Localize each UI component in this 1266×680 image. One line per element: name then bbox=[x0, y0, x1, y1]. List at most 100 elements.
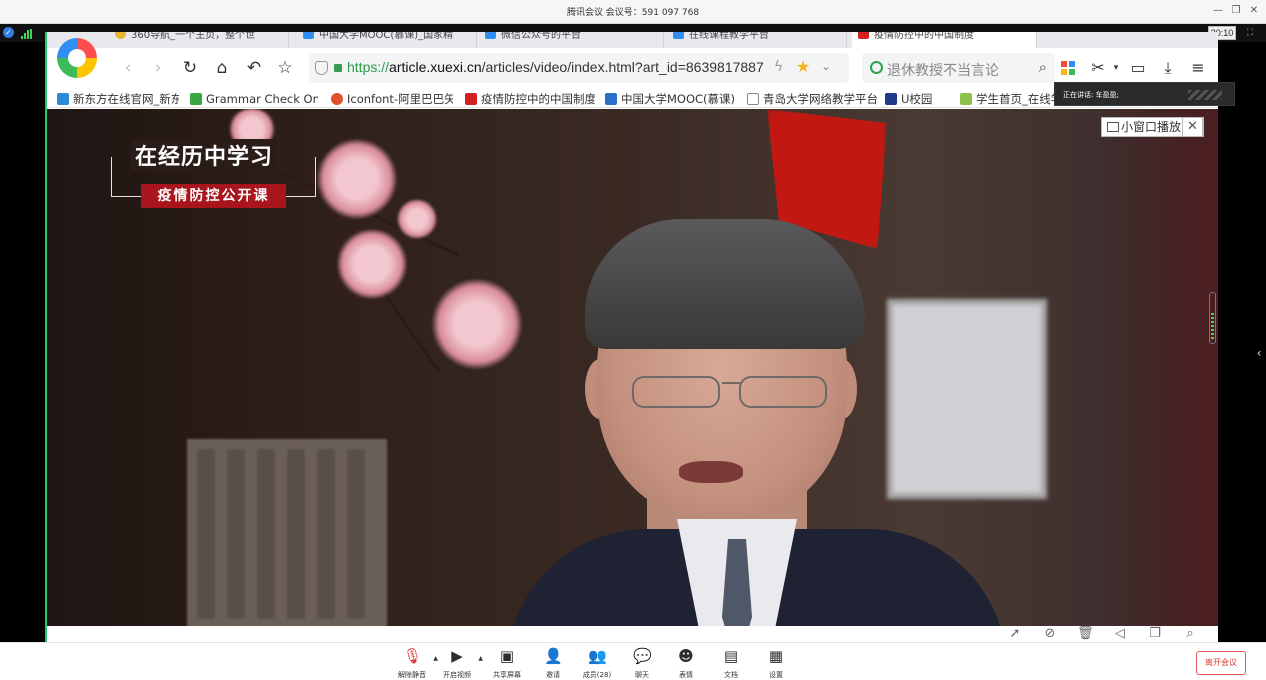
emoji-button[interactable]: ☻ 表情 bbox=[664, 647, 708, 679]
shared-screen[interactable]: 360导航_一个主页，整个世 中国大学MOOC(慕课)_国家精 微信公众号的平台… bbox=[47, 32, 1218, 642]
search-icon[interactable]: ⌕ bbox=[1039, 58, 1047, 76]
address-bar[interactable]: https://article.xuexi.cn/articles/video/… bbox=[309, 53, 849, 83]
video-player[interactable]: 在经历中学习 疫情防控公开课 bbox=[47, 109, 1218, 626]
speaking-text: 正在讲话: 车盈盈; bbox=[1063, 91, 1119, 99]
tab-favicon-icon bbox=[303, 32, 314, 39]
bookmark-item[interactable]: 学生首页_在线学堂 bbox=[960, 91, 1060, 107]
bookmark-item[interactable]: 疫情防控中的中国制度 bbox=[465, 91, 595, 107]
tab-favicon-icon bbox=[485, 32, 496, 39]
browser-tab-strip: 360导航_一个主页，整个世 中国大学MOOC(慕课)_国家精 微信公众号的平台… bbox=[47, 32, 1218, 48]
document-icon: ▤ bbox=[723, 647, 739, 665]
browser-logo-icon[interactable] bbox=[57, 38, 97, 78]
mic-muted-icon: 🎙 bbox=[403, 647, 423, 665]
video-off-icon: ▶ bbox=[451, 647, 463, 665]
bookmark-icon bbox=[605, 93, 617, 105]
search-engine-icon bbox=[870, 61, 883, 74]
meeting-window: 腾讯会议 会议号：591 097 768 — ❐ ✕ ✓ 30:10 ⛶ 360… bbox=[0, 0, 1266, 680]
toolbar-label: 开启视频 bbox=[443, 671, 471, 679]
start-video-button[interactable]: ▶ ▲ 开启视频 bbox=[435, 647, 483, 679]
restore-icon[interactable]: ❐ bbox=[1228, 3, 1244, 19]
meeting-toolbar: 🎙 ▲ 解除静音 ▶ ▲ 开启视频 ▣ 共享屏幕 👤 邀请 👥 成员(28) 💬… bbox=[0, 642, 1266, 680]
undo-icon[interactable]: ↶ bbox=[243, 57, 265, 79]
browser-tab[interactable]: 中国大学MOOC(慕课)_国家精 bbox=[297, 32, 477, 48]
zoom-search-icon[interactable]: ⌕ bbox=[1182, 626, 1198, 642]
speaker-glasses-bridge bbox=[722, 382, 742, 384]
security-shield-icon[interactable]: ✓ bbox=[3, 27, 14, 38]
bookmark-item[interactable]: 中国大学MOOC(慕课) bbox=[605, 91, 735, 107]
reload-icon[interactable]: ↻ bbox=[179, 57, 201, 79]
video-blossom bbox=[337, 229, 407, 299]
video-blossom bbox=[317, 139, 397, 219]
chat-icon: 💬 bbox=[633, 647, 652, 665]
unmute-button[interactable]: 🎙 ▲ 解除静音 bbox=[390, 647, 438, 679]
rocket-icon[interactable]: ➚ bbox=[1007, 626, 1023, 642]
close-icon[interactable]: ✕ bbox=[1246, 3, 1262, 19]
no-annotation-icon[interactable]: ⊘ bbox=[1042, 626, 1058, 642]
speaker-glasses bbox=[739, 376, 827, 408]
bookmark-item[interactable]: Grammar Check Onl bbox=[190, 91, 318, 107]
bookmark-item[interactable]: 青岛大学网络教学平台 bbox=[747, 91, 877, 107]
menu-icon[interactable]: ≡ bbox=[1187, 57, 1209, 79]
browser-tab[interactable]: 在线课程教学平台 bbox=[667, 32, 847, 48]
search-box[interactable]: 退休教授不当言论 ⌕ bbox=[862, 53, 1055, 83]
search-input[interactable]: 退休教授不当言论 bbox=[887, 60, 999, 80]
chat-button[interactable]: 💬 聊天 bbox=[620, 647, 664, 679]
minimize-icon[interactable]: — bbox=[1210, 3, 1226, 19]
speaker-wave-icon bbox=[1188, 90, 1222, 100]
video-background bbox=[1098, 109, 1218, 626]
browser-tab-active[interactable]: 疫情防控中的中国制度 bbox=[852, 32, 1037, 48]
dropdown-icon[interactable]: ▾ bbox=[1105, 57, 1127, 79]
download-icon[interactable]: ⤓ bbox=[1157, 57, 1179, 79]
pip-label: 小窗口播放 bbox=[1121, 120, 1182, 134]
battery-icon[interactable]: ▭ bbox=[1127, 57, 1149, 79]
speaker-hair bbox=[585, 219, 865, 349]
bookmark-icon bbox=[747, 93, 759, 105]
toolbar-label: 共享屏幕 bbox=[493, 671, 521, 679]
settings-icon: ▦ bbox=[768, 647, 784, 665]
bookmark-item[interactable]: U校园 bbox=[885, 91, 951, 107]
leave-meeting-button[interactable]: 离开会议 bbox=[1196, 651, 1246, 675]
favorite-icon[interactable]: ☆ bbox=[274, 57, 296, 79]
settings-button[interactable]: ▦ 设置 bbox=[754, 647, 798, 679]
tab-label: 中国大学MOOC(慕课)_国家精 bbox=[319, 32, 454, 41]
forward-icon[interactable]: › bbox=[147, 57, 169, 79]
apps-grid-icon[interactable] bbox=[1061, 61, 1076, 76]
tab-favicon-icon bbox=[858, 32, 869, 39]
bookmark-item[interactable]: Iconfont-阿里巴巴矢 bbox=[331, 91, 453, 107]
screen-share-icon: ▣ bbox=[499, 647, 515, 665]
caret-up-icon[interactable]: ▲ bbox=[478, 655, 483, 662]
back-icon[interactable]: ‹ bbox=[117, 57, 139, 79]
chevron-down-icon[interactable]: ⌄ bbox=[821, 59, 831, 73]
program-badge: 在经历中学习 疫情防控公开课 bbox=[111, 139, 316, 214]
bookmark-icon bbox=[57, 93, 69, 105]
members-icon: 👥 bbox=[588, 647, 607, 665]
browser-tab[interactable]: 360导航_一个主页，整个世 bbox=[109, 32, 289, 48]
tab-favicon-icon bbox=[673, 32, 684, 39]
document-button[interactable]: ▤ 文档 bbox=[709, 647, 753, 679]
emoji-icon: ☻ bbox=[678, 647, 694, 665]
url-text[interactable]: https://article.xuexi.cn/articles/video/… bbox=[347, 59, 764, 75]
invite-button[interactable]: 👤 邀请 bbox=[531, 647, 575, 679]
video-blossom bbox=[397, 199, 437, 239]
copy-icon[interactable]: ❐ bbox=[1147, 626, 1163, 642]
speaking-indicator: 正在讲话: 车盈盈; bbox=[1054, 82, 1235, 106]
share-screen-button[interactable]: ▣ 共享屏幕 bbox=[485, 647, 529, 679]
bookmark-star-icon[interactable]: ★ bbox=[796, 57, 810, 76]
members-button[interactable]: 👥 成员(28) bbox=[575, 647, 619, 679]
security-icon[interactable] bbox=[315, 61, 328, 75]
pip-close-icon[interactable]: ✕ bbox=[1182, 117, 1203, 137]
toolbar-label: 聊天 bbox=[635, 671, 649, 679]
invite-icon: 👤 bbox=[544, 647, 563, 665]
trash-icon[interactable]: 🗑 bbox=[1077, 626, 1094, 642]
fullscreen-icon[interactable]: ⛶ bbox=[1243, 26, 1257, 40]
lightning-icon[interactable]: ϟ bbox=[774, 59, 783, 75]
chevron-left-icon[interactable]: ‹ bbox=[1254, 345, 1264, 361]
home-icon[interactable]: ⌂ bbox=[211, 57, 233, 79]
bookmark-icon bbox=[465, 93, 477, 105]
bookmark-item[interactable]: 新东方在线官网_新东 bbox=[57, 91, 179, 107]
signal-strength-icon[interactable] bbox=[21, 29, 33, 39]
volume-icon[interactable]: ◁ bbox=[1112, 626, 1128, 642]
share-control-bar: ➚ ⊘ 🗑 ◁ ❐ ⌕ bbox=[47, 626, 1218, 642]
toolbar-label: 邀请 bbox=[546, 671, 560, 679]
browser-tab[interactable]: 微信公众号的平台 bbox=[479, 32, 664, 48]
